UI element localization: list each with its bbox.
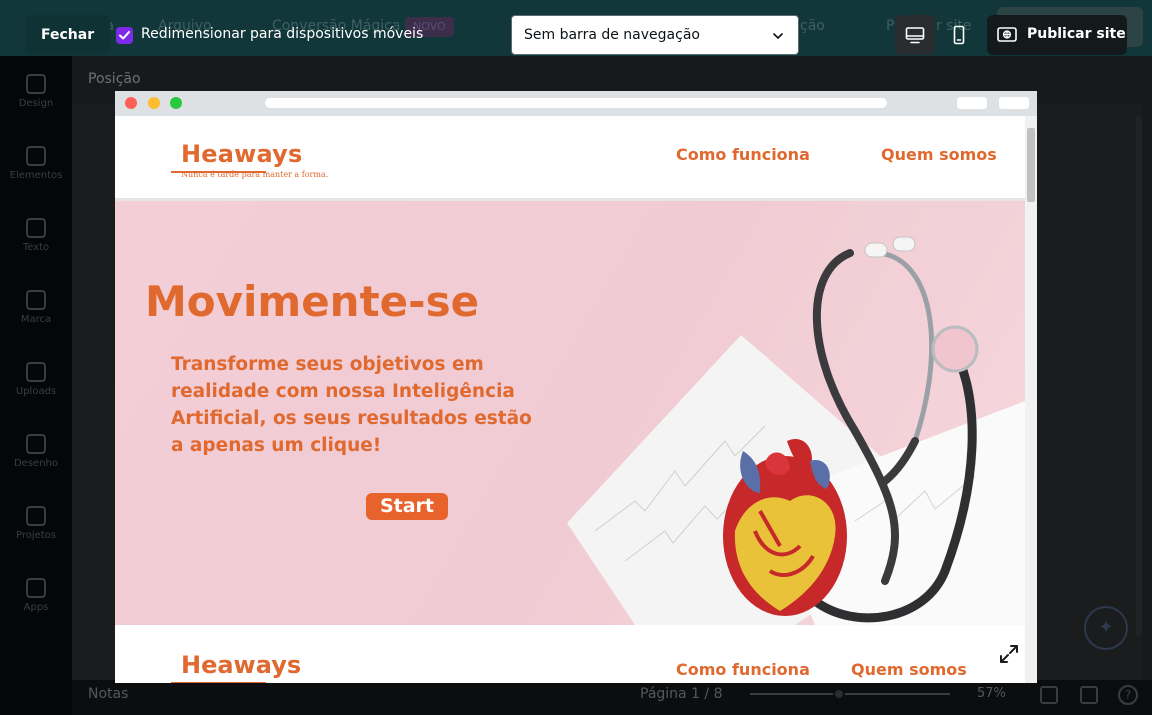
browser-button [957,97,987,109]
upload-icon [26,362,46,382]
fullscreen-icon [1080,686,1098,704]
nav-about-us[interactable]: Quem somos [881,145,997,164]
apps-icon [26,578,46,598]
rail-draw: Desenho [0,434,72,469]
rail-design: Design [0,74,72,109]
start-button[interactable]: Start [366,493,448,520]
rail-label: Design [18,98,54,109]
zoom-slider-track [750,693,950,695]
rail-label: Elementos [9,170,63,181]
text-icon [26,218,46,238]
rail-label: Texto [22,242,50,253]
rail-elements: Elementos [0,146,72,181]
help-icon: ? [1118,685,1138,705]
minimize-dot-icon [148,97,160,109]
logo-underline [171,682,266,683]
desktop-view-button[interactable] [895,15,935,55]
site-header: Heaways Nunca é tarde para manter a form… [115,116,1025,200]
select-value: Sem barra de navegação [524,27,700,43]
rail-apps: Apps [0,578,72,613]
checkmark-icon [119,31,130,40]
publish-site-label: Publicar site [1027,26,1126,42]
url-bar [265,98,887,108]
browser-button [999,97,1029,109]
hero-description: Transforme seus objetivos em realidade c… [171,354,532,456]
rail-label: Apps [23,602,49,613]
mobile-phone-icon [953,25,965,45]
desktop-icon [905,27,925,44]
next-section-header: Heaways Como funciona Quem somos [115,625,1025,683]
nav-about-us-footer[interactable]: Quem somos [851,660,967,679]
publish-globe-icon [997,27,1017,42]
rail-text: Texto [0,218,72,253]
close-dot-icon [125,97,137,109]
zoom-level: 57% [977,686,1006,701]
grid-view-icon [1040,686,1058,704]
rail-label: Desenho [13,458,58,469]
rail-brand: Marca [0,290,72,325]
pen-icon [26,434,46,454]
folder-icon [26,506,46,526]
site-scrollbar[interactable] [1025,116,1037,683]
hero-section: Movimente-se Transforme seus objetivos e… [115,201,1025,625]
resize-mobile-label[interactable]: Redimensionar para dispositivos móveis [141,26,423,42]
position-label: Posição [88,71,141,87]
expand-icon[interactable] [995,640,1023,668]
rail-label: Uploads [15,386,57,397]
website-preview-window: Heaways Nunca é tarde para manter a form… [115,91,1037,683]
nav-how-it-works-footer[interactable]: Como funciona [676,660,810,679]
site-logo[interactable]: Heaways [181,140,303,168]
magic-sparkle-icon: ✦ [1084,606,1128,650]
hero-title: Movimente-se [145,277,480,326]
navigation-bar-select[interactable]: Sem barra de navegação [511,15,799,55]
chevron-down-icon [773,33,783,39]
publish-site-button[interactable]: Publicar site [987,15,1127,55]
shapes-icon [26,146,46,166]
workspace-scrollbar [1136,116,1142,636]
stethoscope-heart-image [567,236,1025,625]
mobile-view-button[interactable] [939,15,979,55]
editor-side-rail: Design Elementos Texto Marca Uploads Des… [0,56,72,715]
browser-chrome [115,91,1037,116]
site-tagline: Nunca é tarde para manter a forma. [181,170,329,179]
ghost-menu-item: ção [800,18,825,34]
resize-mobile-checkbox[interactable] [116,27,133,44]
rail-uploads: Uploads [0,362,72,397]
rail-label: Projetos [15,530,57,541]
zoom-slider-knob [833,688,845,700]
page-indicator: Página 1 / 8 [640,686,723,702]
layout-icon [26,74,46,94]
notes-label: Notas [88,686,129,702]
maximize-dot-icon [170,97,182,109]
scrollbar-thumb[interactable] [1027,128,1035,202]
site-logo-footer[interactable]: Heaways [181,651,301,679]
brand-icon [26,290,46,310]
close-preview-button[interactable]: Fechar [25,15,111,55]
nav-how-it-works[interactable]: Como funciona [676,145,810,164]
rail-label: Marca [20,314,52,325]
rail-projects: Projetos [0,506,72,541]
